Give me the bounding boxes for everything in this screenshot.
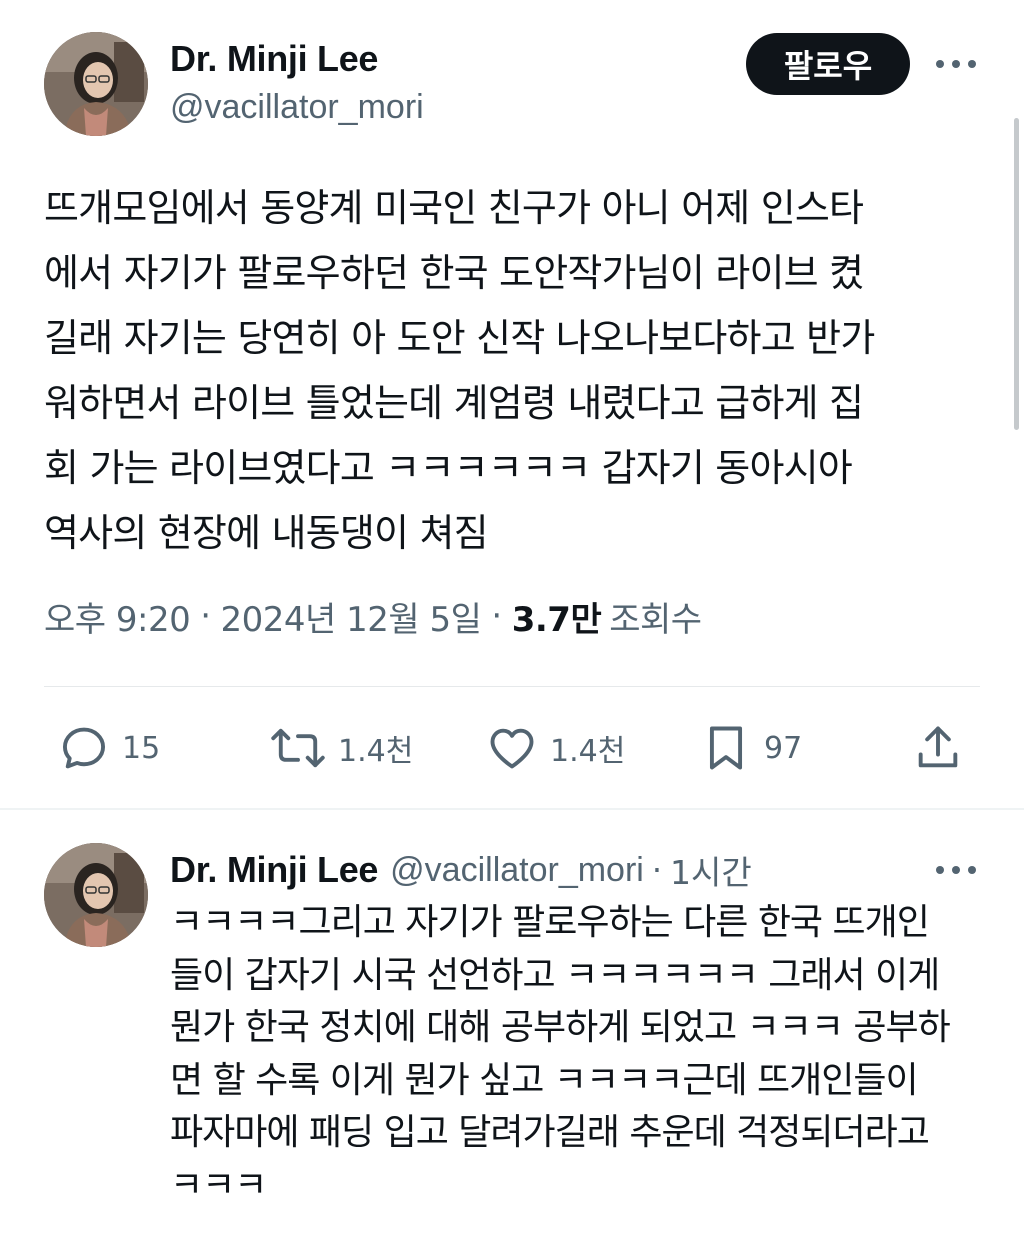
retweet-count: 1.4천	[338, 734, 414, 769]
reply-tweet-text: ㅋㅋㅋㅋ그리고 자기가 팔로우하는 다른 한국 뜨개인 들이 갑자기 시국 선언…	[170, 902, 951, 1206]
avatar[interactable]	[44, 32, 148, 136]
like-button[interactable]: 1.4천	[486, 718, 625, 778]
reply-count: 15	[122, 730, 161, 766]
more-horizontal-icon[interactable]	[936, 864, 976, 876]
reply-button[interactable]: 15	[58, 718, 160, 778]
retweet-icon	[271, 728, 325, 768]
heart-icon	[490, 728, 534, 769]
bookmark-icon	[709, 726, 743, 770]
reply-author-handle[interactable]: @vacillator_mori	[390, 851, 644, 890]
like-count: 1.4천	[550, 734, 626, 769]
main-tweet: Dr. Minji Lee @vacillator_mori 팔로우 뜨개모임에…	[0, 0, 1024, 810]
tweet-meta: 오후 9:20 · 2024년 12월 5일 · 3.7만 조회수	[44, 592, 702, 640]
scrollbar[interactable]	[1014, 118, 1019, 430]
reply-avatar[interactable]	[44, 843, 148, 947]
tweet-text: 뜨개모임에서 동양계 미국인 친구가 아니 어제 인스타 에서 자기가 팔로우하…	[44, 186, 875, 555]
meta-separator: ·	[491, 596, 502, 636]
views-label: 조회수	[609, 599, 702, 640]
more-horizontal-icon[interactable]	[936, 58, 976, 70]
reply-separator: ·	[651, 851, 663, 889]
tweet-date[interactable]: 2024년 12월 5일	[221, 592, 482, 641]
reply-icon	[62, 727, 106, 769]
author-handle[interactable]: @vacillator_mori	[170, 88, 424, 127]
bookmark-count: 97	[764, 730, 803, 766]
divider	[44, 686, 980, 687]
meta-separator: ·	[200, 596, 211, 636]
reply-time[interactable]: 1시간	[670, 846, 752, 894]
avatar-photo	[44, 32, 148, 136]
reply-header: Dr. Minji Lee @vacillator_mori · 1시간	[170, 845, 752, 895]
follow-button[interactable]: 팔로우	[746, 33, 910, 95]
tweet-time[interactable]: 오후 9:20	[44, 592, 191, 641]
reply-author-name[interactable]: Dr. Minji Lee	[170, 849, 378, 891]
share-button[interactable]	[912, 718, 964, 778]
views-count: 3.7만	[511, 599, 602, 640]
share-icon	[918, 726, 958, 768]
thread-separator	[0, 808, 1024, 810]
author-name[interactable]: Dr. Minji Lee	[170, 38, 378, 80]
bookmark-button[interactable]: 97	[700, 718, 802, 778]
retweet-button[interactable]: 1.4천	[270, 718, 413, 778]
avatar-photo	[44, 843, 148, 947]
